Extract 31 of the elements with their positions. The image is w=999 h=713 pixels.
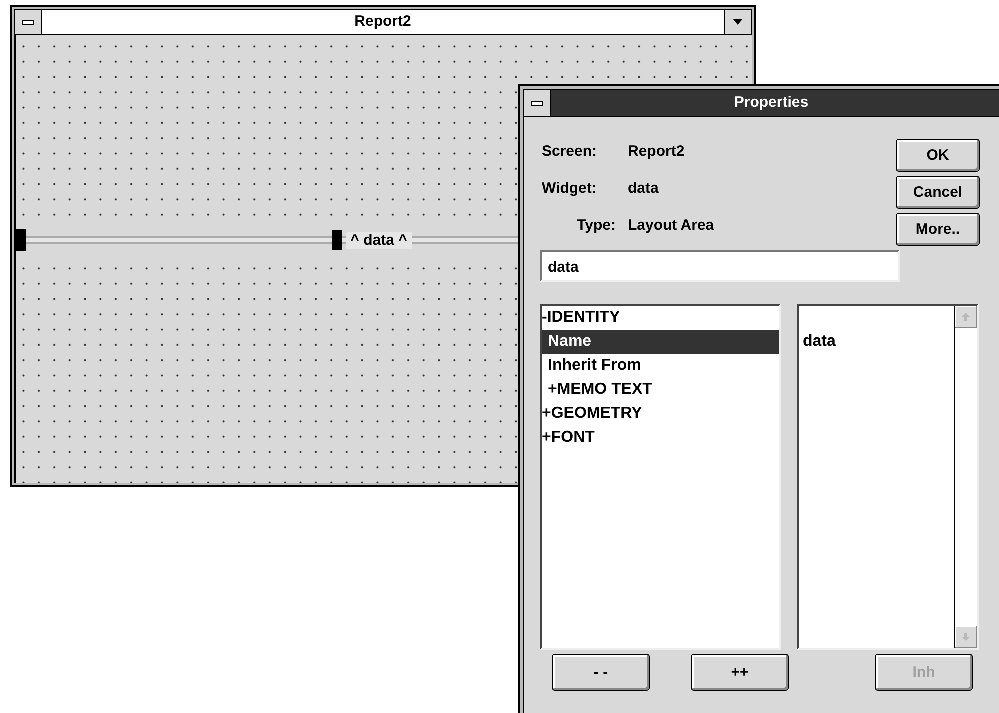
scroll-bar[interactable] bbox=[954, 306, 977, 648]
info-value: data bbox=[628, 180, 659, 197]
name-field[interactable]: data bbox=[540, 250, 900, 282]
band-handle[interactable] bbox=[16, 229, 26, 251]
dialog-button[interactable]: Cancel bbox=[896, 176, 980, 209]
property-item[interactable]: Inherit From bbox=[542, 354, 779, 378]
caret-icon bbox=[733, 19, 743, 25]
dialog-title: Properties bbox=[733, 93, 810, 113]
dialog-button[interactable]: More.. bbox=[896, 213, 980, 246]
info-value: Report2 bbox=[628, 143, 685, 160]
band-handle[interactable] bbox=[332, 230, 342, 250]
property-item[interactable]: Name bbox=[542, 330, 779, 354]
list-button[interactable]: - - bbox=[552, 654, 650, 691]
property-item[interactable]: +GEOMETRY bbox=[542, 402, 779, 426]
system-menu-button[interactable] bbox=[15, 10, 42, 34]
property-item[interactable]: +MEMO TEXT bbox=[542, 378, 779, 402]
property-value: data bbox=[803, 332, 837, 352]
list-button[interactable]: ++ bbox=[691, 654, 789, 691]
info-label: Type: bbox=[576, 217, 617, 234]
window-title: Report2 bbox=[354, 12, 412, 32]
info-label: Widget: bbox=[541, 180, 598, 197]
info-label: Screen: bbox=[541, 143, 598, 160]
dropdown-button[interactable] bbox=[724, 10, 751, 34]
property-item[interactable]: -IDENTITY bbox=[542, 306, 779, 330]
system-menu-button[interactable] bbox=[524, 90, 551, 116]
dialog-button[interactable]: OK bbox=[896, 139, 980, 172]
property-item[interactable]: +FONT bbox=[542, 426, 779, 450]
info-value: Layout Area bbox=[628, 217, 714, 234]
scroll-down-icon[interactable] bbox=[955, 626, 977, 648]
band-label: ^ data ^ bbox=[346, 232, 412, 248]
scroll-up-icon[interactable] bbox=[955, 306, 977, 328]
